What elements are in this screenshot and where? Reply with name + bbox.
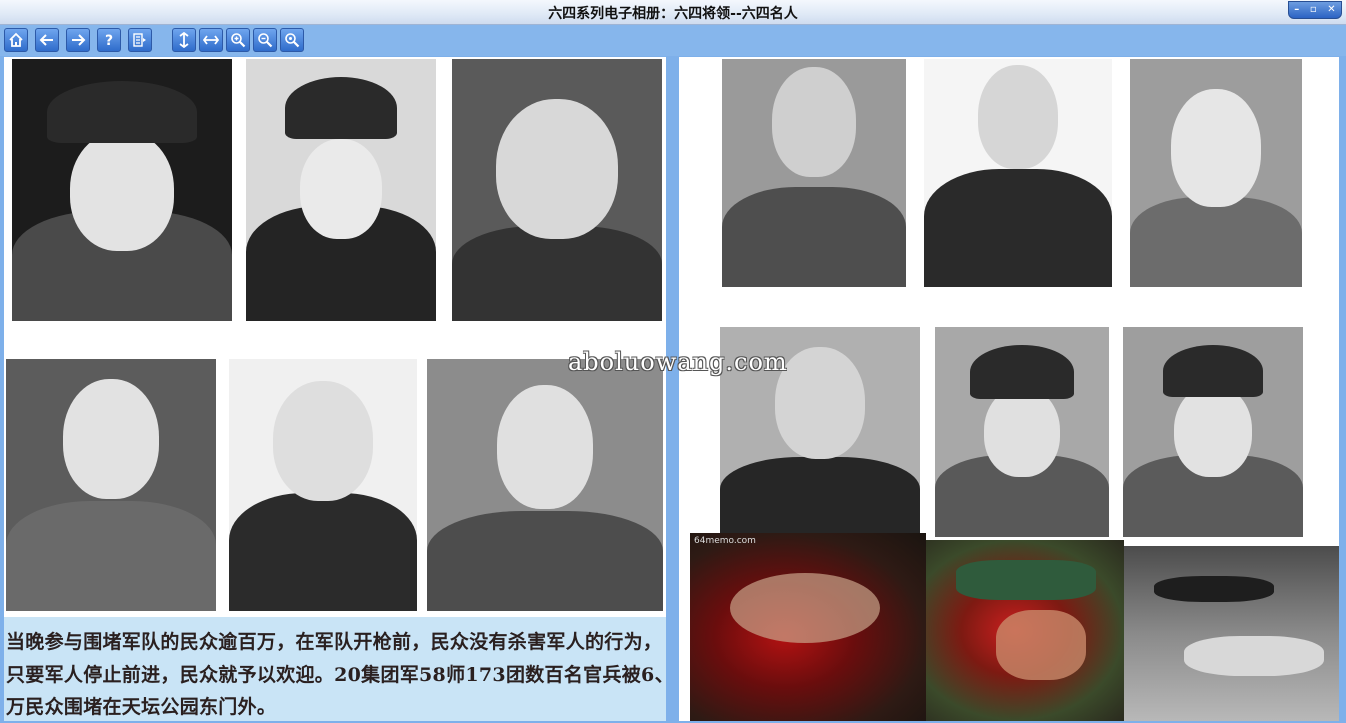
- right-page: 64memo.com: [679, 57, 1339, 721]
- title-bar: 六四系列电子相册：六四将领--六四名人 – ▫ ✕: [0, 0, 1346, 25]
- general-portrait-4: [6, 359, 216, 611]
- back-arrow-icon: [39, 34, 53, 46]
- toc-button[interactable]: [128, 28, 152, 52]
- general-portrait-7: [722, 59, 906, 287]
- zoom-out-icon: [258, 33, 273, 48]
- toolbar: ?: [0, 25, 1346, 56]
- forward-arrow-icon: [72, 34, 86, 46]
- zoom-reset-button[interactable]: [280, 28, 304, 52]
- general-portrait-1: [12, 59, 232, 321]
- caption-box: 当晚参与围堵军队的民众逾百万，在军队开枪前，民众没有杀害军人的行为， 只要军人停…: [4, 617, 666, 721]
- victim-photo-2: [926, 540, 1124, 721]
- home-icon: [9, 32, 23, 47]
- caption-line-2: 只要军人停止前进，民众就予以欢迎。20集团军58师173团数百名官兵被6、7: [6, 664, 666, 686]
- fit-height-button[interactable]: [172, 28, 196, 52]
- caption-line-1: 当晚参与围堵军队的民众逾百万，在军队开枪前，民众没有杀害军人的行为，: [6, 631, 663, 653]
- minimize-button[interactable]: –: [1294, 4, 1299, 16]
- photo-source-label: 64memo.com: [694, 536, 756, 546]
- general-portrait-3: [452, 59, 662, 321]
- back-button[interactable]: [35, 28, 59, 52]
- home-button[interactable]: [4, 28, 28, 52]
- zoom-reset-icon: [285, 33, 300, 48]
- general-portrait-5: [229, 359, 417, 611]
- caption-line-3: 万民众围堵在天坛公园东门外。: [6, 696, 277, 718]
- help-button[interactable]: ?: [97, 28, 121, 52]
- fit-width-button[interactable]: [199, 28, 223, 52]
- victim-photo-1: 64memo.com: [690, 533, 926, 721]
- toc-icon: [133, 33, 146, 47]
- window-controls: – ▫ ✕: [1288, 1, 1342, 19]
- general-portrait-2: [246, 59, 436, 321]
- svg-text:?: ?: [105, 33, 113, 48]
- window-title: 六四系列电子相册：六四将领--六四名人: [548, 6, 798, 22]
- general-portrait-12: [1123, 327, 1303, 537]
- zoom-in-button[interactable]: [226, 28, 250, 52]
- general-portrait-8: [924, 59, 1112, 287]
- maximize-button[interactable]: ▫: [1310, 4, 1317, 16]
- zoom-in-icon: [231, 33, 246, 48]
- general-portrait-11: [935, 327, 1109, 537]
- help-icon: ?: [105, 33, 113, 48]
- forward-button[interactable]: [66, 28, 90, 52]
- general-portrait-6: [427, 359, 663, 611]
- fit-width-icon: [203, 35, 219, 45]
- left-page: 当晚参与围堵军队的民众逾百万，在军队开枪前，民众没有杀害军人的行为， 只要军人停…: [4, 57, 666, 721]
- victim-photo-3: [1124, 546, 1339, 721]
- general-portrait-9: [1130, 59, 1302, 287]
- watermark: aboluowang.com: [568, 348, 788, 376]
- close-button[interactable]: ✕: [1327, 4, 1335, 16]
- zoom-out-button[interactable]: [253, 28, 277, 52]
- fit-height-icon: [179, 32, 189, 48]
- page-gutter: [666, 57, 679, 721]
